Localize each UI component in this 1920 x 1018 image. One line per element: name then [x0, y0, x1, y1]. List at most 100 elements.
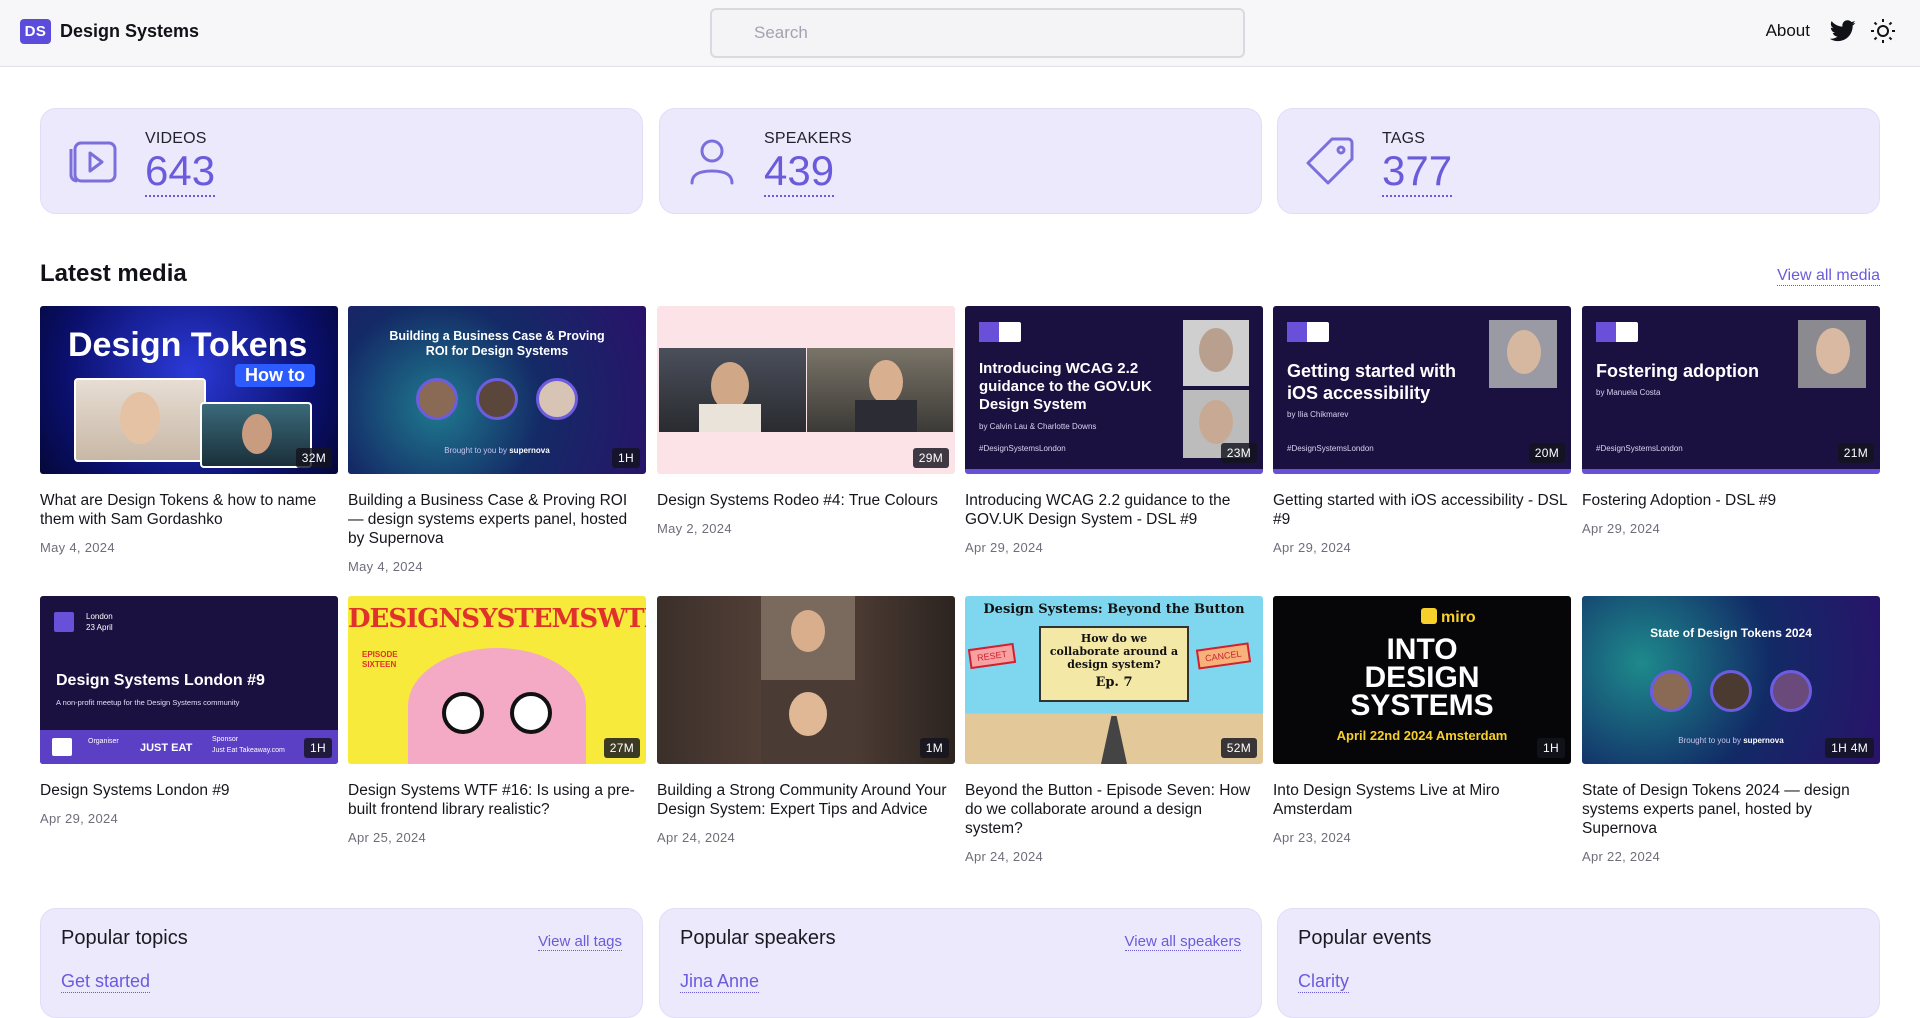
videos-stat-card[interactable]: VIDEOS 643 — [40, 108, 643, 214]
speaker-video-frame — [659, 348, 806, 432]
media-title[interactable]: Introducing WCAG 2.2 guidance to the GOV… — [965, 491, 1263, 529]
media-date: Apr 23, 2024 — [1273, 830, 1352, 845]
media-title[interactable]: Design Systems Rodeo #4: True Colours — [657, 491, 955, 510]
media-date: May 2, 2024 — [657, 521, 732, 536]
video-thumbnail[interactable]: Fostering adoption by Manuela Costa #Des… — [1582, 306, 1880, 474]
video-thumbnail[interactable]: Introducing WCAG 2.2 guidance to the GOV… — [965, 306, 1263, 474]
duration-badge: 1H — [1537, 738, 1565, 758]
media-card[interactable]: Fostering adoption by Manuela Costa #Des… — [1582, 306, 1880, 536]
video-thumbnail[interactable]: London 23 April Design Systems London #9… — [40, 596, 338, 764]
media-card[interactable]: Building a Business Case & Proving ROI f… — [348, 306, 646, 574]
media-title[interactable]: Building a Business Case & Proving ROI —… — [348, 491, 646, 548]
speaker-photo — [1798, 320, 1866, 388]
media-card[interactable]: Design Tokens How to 32M What are Design… — [40, 306, 338, 555]
thumb-subtitle: by Calvin Lau & Charlotte Downs — [979, 422, 1097, 431]
speaker-video-frame — [74, 378, 206, 462]
video-thumbnail[interactable]: miro INTO DESIGN SYSTEMS April 22nd 2024… — [1273, 596, 1571, 764]
media-title[interactable]: What are Design Tokens & how to name the… — [40, 491, 338, 529]
video-thumbnail[interactable]: 1M — [657, 596, 955, 764]
media-card[interactable]: 29M Design Systems Rodeo #4: True Colour… — [657, 306, 955, 536]
thumb-title: DESIGNSYSTEMSWTF — [348, 604, 646, 634]
thumb-hashtag: #DesignSystemsLondon — [1287, 444, 1374, 453]
media-card[interactable]: Design Systems: Beyond the Button How do… — [965, 596, 1263, 864]
brand-home-link[interactable]: DS Design Systems — [20, 19, 199, 44]
view-all-speakers-link[interactable]: View all speakers — [1124, 933, 1241, 951]
video-thumbnail[interactable]: Getting started with iOS accessibility b… — [1273, 306, 1571, 474]
media-title[interactable]: Fostering Adoption - DSL #9 — [1582, 491, 1880, 510]
media-title[interactable]: State of Design Tokens 2024 — design sys… — [1582, 781, 1880, 838]
duration-badge: 27M — [603, 738, 640, 758]
thumb-subtitle: A non-profit meetup for the Design Syste… — [56, 698, 240, 707]
thumb-title: State of Design Tokens 2024 — [1650, 626, 1812, 640]
media-date: Apr 24, 2024 — [965, 849, 1044, 864]
thumb-title: INTO DESIGN SYSTEMS — [1350, 633, 1494, 722]
media-date: Apr 29, 2024 — [1582, 521, 1661, 536]
video-thumbnail[interactable]: Design Systems: Beyond the Button How do… — [965, 596, 1263, 764]
duration-badge: 1H — [612, 448, 640, 468]
media-card[interactable]: 1M Building a Strong Community Around Yo… — [657, 596, 955, 845]
event-link[interactable]: Clarity — [1298, 971, 1350, 993]
stat-value: 643 — [145, 147, 216, 197]
sponsor-bar: Organiser JUST EAT Sponsor Just Eat Take… — [40, 730, 338, 764]
media-date: Apr 25, 2024 — [348, 830, 427, 845]
topic-link[interactable]: Get started — [61, 971, 151, 993]
yld-logo — [1596, 322, 1638, 342]
thumb-title: Introducing WCAG 2.2 guidance to the GOV… — [979, 360, 1152, 413]
thumb-city: London — [86, 612, 113, 621]
media-title[interactable]: Beyond the Button - Episode Seven: How d… — [965, 781, 1263, 838]
thumb-title: Design Tokens — [68, 326, 308, 364]
video-thumbnail[interactable]: DESIGNSYSTEMSWTF EPISODE SIXTEEN 27M — [348, 596, 646, 764]
speaker-link[interactable]: Jina Anne — [680, 971, 760, 993]
media-title[interactable]: Design Systems London #9 — [40, 781, 338, 800]
theme-toggle-icon[interactable] — [1870, 18, 1896, 44]
duration-badge: 1H 4M — [1825, 738, 1874, 758]
thumb-hashtag: #DesignSystemsLondon — [1596, 444, 1683, 453]
media-title[interactable]: Into Design Systems Live at Miro Amsterd… — [1273, 781, 1571, 819]
media-card[interactable]: London 23 April Design Systems London #9… — [40, 596, 338, 826]
thumb-title: Building a Business Case & Proving — [389, 329, 605, 343]
speaker-video-frame — [761, 596, 855, 680]
thumb-footer: Brought to you by supernova — [444, 446, 550, 455]
duration-badge: 52M — [1220, 738, 1257, 758]
media-title[interactable]: Getting started with iOS accessibility -… — [1273, 491, 1571, 529]
duration-badge: 29M — [912, 448, 949, 468]
media-card[interactable]: State of Design Tokens 2024 Brought to y… — [1582, 596, 1880, 864]
speaker-video-frame — [761, 680, 855, 764]
brand-name: Design Systems — [60, 21, 200, 41]
panelist-avatar — [1650, 670, 1692, 712]
media-card[interactable]: Introducing WCAG 2.2 guidance to the GOV… — [965, 306, 1263, 555]
thumb-subtitle: April 22nd 2024 Amsterdam — [1336, 728, 1508, 743]
popular-speakers-panel: Popular speakers View all speakers Jina … — [659, 908, 1262, 1018]
reset-sign: RESET — [967, 642, 1017, 670]
view-all-tags-link[interactable]: View all tags — [538, 933, 622, 951]
media-card[interactable]: miro INTO DESIGN SYSTEMS April 22nd 2024… — [1273, 596, 1571, 845]
media-date: May 4, 2024 — [40, 540, 115, 555]
stat-value: 377 — [1382, 147, 1453, 197]
panel-title: Popular speakers — [680, 927, 836, 949]
panelist-avatar — [1770, 670, 1812, 712]
media-card[interactable]: DESIGNSYSTEMSWTF EPISODE SIXTEEN 27M Des… — [348, 596, 646, 845]
video-icon — [65, 133, 121, 189]
view-all-media-link[interactable]: View all media — [1777, 267, 1880, 286]
tags-stat-card[interactable]: TAGS 377 — [1277, 108, 1880, 214]
panelist-avatar — [536, 378, 578, 420]
media-card[interactable]: Getting started with iOS accessibility b… — [1273, 306, 1571, 555]
stat-label: SPEAKERS — [764, 130, 852, 147]
panelist-avatar — [1710, 670, 1752, 712]
thumb-date: 23 April — [86, 623, 113, 632]
video-thumbnail[interactable]: Building a Business Case & Proving ROI f… — [348, 306, 646, 474]
twitter-icon[interactable] — [1830, 18, 1856, 44]
search-input[interactable] — [710, 8, 1245, 58]
stat-label: VIDEOS — [145, 130, 207, 147]
video-thumbnail[interactable]: State of Design Tokens 2024 Brought to y… — [1582, 596, 1880, 764]
video-thumbnail[interactable]: 29M — [657, 306, 955, 474]
cancel-sign: CANCEL — [1195, 642, 1251, 670]
media-date: Apr 29, 2024 — [1273, 540, 1352, 555]
media-title[interactable]: Design Systems WTF #16: Is using a pre-b… — [348, 781, 646, 819]
video-thumbnail[interactable]: Design Tokens How to 32M — [40, 306, 338, 474]
duration-badge: 32M — [295, 448, 332, 468]
media-title[interactable]: Building a Strong Community Around Your … — [657, 781, 955, 819]
speakers-stat-card[interactable]: SPEAKERS 439 — [659, 108, 1262, 214]
thumb-title: ROI for Design Systems — [425, 344, 569, 358]
about-link[interactable]: About — [1766, 21, 1810, 41]
